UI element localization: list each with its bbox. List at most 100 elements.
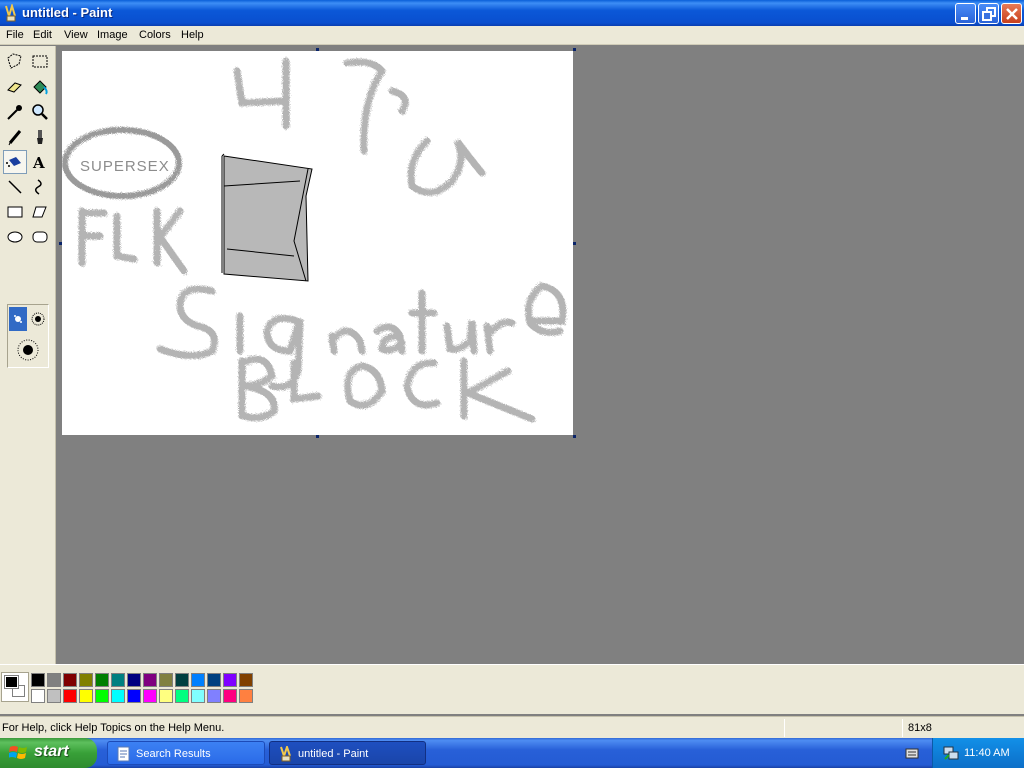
menu-edit[interactable]: Edit (33, 28, 52, 43)
palette-swatch[interactable] (143, 689, 157, 703)
foreground-color-swatch[interactable] (4, 675, 19, 689)
airbrush-icon (6, 157, 21, 167)
ellipse-icon (7, 231, 23, 243)
eraser-icon (7, 82, 22, 93)
keyboard-icon[interactable] (905, 746, 919, 760)
select-tool[interactable] (28, 50, 52, 74)
spray-medium-icon (31, 312, 45, 326)
palette-swatch[interactable] (63, 689, 77, 703)
palette-swatch[interactable] (63, 673, 77, 687)
palette-swatch[interactable] (159, 673, 173, 687)
palette-swatch[interactable] (31, 673, 45, 687)
palette-swatch[interactable] (223, 689, 237, 703)
gray-box-shape (221, 153, 313, 282)
paint-app-icon (5, 4, 16, 22)
palette-swatch[interactable] (175, 673, 189, 687)
palette-swatch[interactable] (223, 673, 237, 687)
airbrush-size-medium[interactable] (29, 307, 47, 331)
start-label: start (34, 743, 69, 760)
fill-bucket-icon (33, 80, 48, 95)
minimize-button[interactable] (955, 3, 976, 24)
drawing-canvas[interactable]: SUPERSEX (62, 51, 573, 435)
taskbar-button-search-results[interactable]: Search Results (107, 741, 265, 765)
status-coordinates: 81x8 (908, 722, 932, 734)
free-form-select-icon (7, 53, 22, 69)
status-bar: For Help, click Help Topics on the Help … (0, 716, 1024, 738)
status-help-text: For Help, click Help Topics on the Help … (2, 722, 225, 734)
paint-app-icon (280, 746, 291, 762)
menu-colors[interactable]: Colors (139, 28, 171, 43)
line-tool[interactable] (3, 175, 27, 199)
menu-file[interactable]: File (6, 28, 24, 43)
palette-swatch[interactable] (111, 673, 125, 687)
polygon-tool[interactable] (28, 200, 52, 224)
palette-swatch[interactable] (127, 689, 141, 703)
rounded-rectangle-icon (32, 231, 48, 243)
title-bar[interactable]: untitled - Paint (0, 0, 1024, 26)
palette-swatch[interactable] (143, 673, 157, 687)
svg-text:A: A (32, 154, 45, 172)
start-button[interactable]: start (0, 738, 97, 768)
ellipse-tool[interactable] (3, 225, 27, 249)
polygon-icon (32, 206, 47, 218)
brush-icon (37, 130, 43, 144)
rectangle-tool[interactable] (3, 200, 27, 224)
brush-tool[interactable] (28, 125, 52, 149)
tool-box: A (0, 46, 56, 664)
eraser-tool[interactable] (3, 75, 27, 99)
rectangle-icon (7, 206, 23, 218)
palette-swatch[interactable] (175, 689, 189, 703)
palette-swatch[interactable] (207, 689, 221, 703)
close-icon (1006, 8, 1018, 20)
palette-swatch[interactable] (95, 689, 109, 703)
line-icon (8, 180, 22, 194)
menu-view[interactable]: View (64, 28, 88, 43)
spray-large-icon (17, 339, 39, 361)
palette-swatch[interactable] (191, 673, 205, 687)
palette-swatch[interactable] (31, 689, 45, 703)
menu-help[interactable]: Help (181, 28, 204, 43)
menu-image[interactable]: Image (97, 28, 128, 43)
palette-swatch[interactable] (191, 689, 205, 703)
airbrush-size-small[interactable] (9, 307, 27, 331)
palette-swatch[interactable] (47, 689, 61, 703)
pick-color-tool[interactable] (3, 100, 27, 124)
palette-swatch[interactable] (79, 689, 93, 703)
fill-tool[interactable] (28, 75, 52, 99)
taskbar-button-paint[interactable]: untitled - Paint (269, 741, 426, 765)
eyedropper-icon (7, 105, 22, 120)
palette-swatch[interactable] (47, 673, 61, 687)
palette-swatch[interactable] (239, 689, 253, 703)
palette-swatch[interactable] (95, 673, 109, 687)
palette-swatch[interactable] (239, 673, 253, 687)
palette-swatch[interactable] (127, 673, 141, 687)
rounded-rectangle-tool[interactable] (28, 225, 52, 249)
palette-swatch[interactable] (159, 689, 173, 703)
resize-handle-right[interactable] (573, 242, 576, 245)
resize-handle-bottom[interactable] (316, 435, 319, 438)
airbrush-tool[interactable] (3, 150, 27, 174)
current-colors (1, 672, 29, 702)
search-results-icon (117, 746, 130, 762)
palette-swatch[interactable] (207, 673, 221, 687)
text-tool[interactable]: A (28, 150, 52, 174)
airbrush-size-large[interactable] (16, 337, 40, 363)
palette-swatch[interactable] (79, 673, 93, 687)
taskbar: start Search Results untitled - Paint 11… (0, 738, 1024, 768)
network-icon[interactable] (943, 745, 959, 761)
magnifier-tool[interactable] (28, 100, 52, 124)
pencil-tool[interactable] (3, 125, 27, 149)
menu-bar: File Edit View Image Colors Help (0, 26, 1024, 45)
palette-swatch[interactable] (111, 689, 125, 703)
taskbar-button-label: untitled - Paint (298, 748, 369, 760)
curve-tool[interactable] (28, 175, 52, 199)
free-form-select-tool[interactable] (3, 50, 27, 74)
resize-handle-top (316, 48, 319, 51)
restore-button[interactable] (978, 3, 999, 24)
window-title: untitled - Paint (22, 5, 113, 20)
select-icon (32, 55, 48, 68)
resize-handle-corner[interactable] (573, 435, 576, 438)
magnifier-icon (32, 104, 48, 120)
close-button[interactable] (1001, 3, 1022, 24)
drawing-text: SUPERSEX (80, 158, 170, 175)
